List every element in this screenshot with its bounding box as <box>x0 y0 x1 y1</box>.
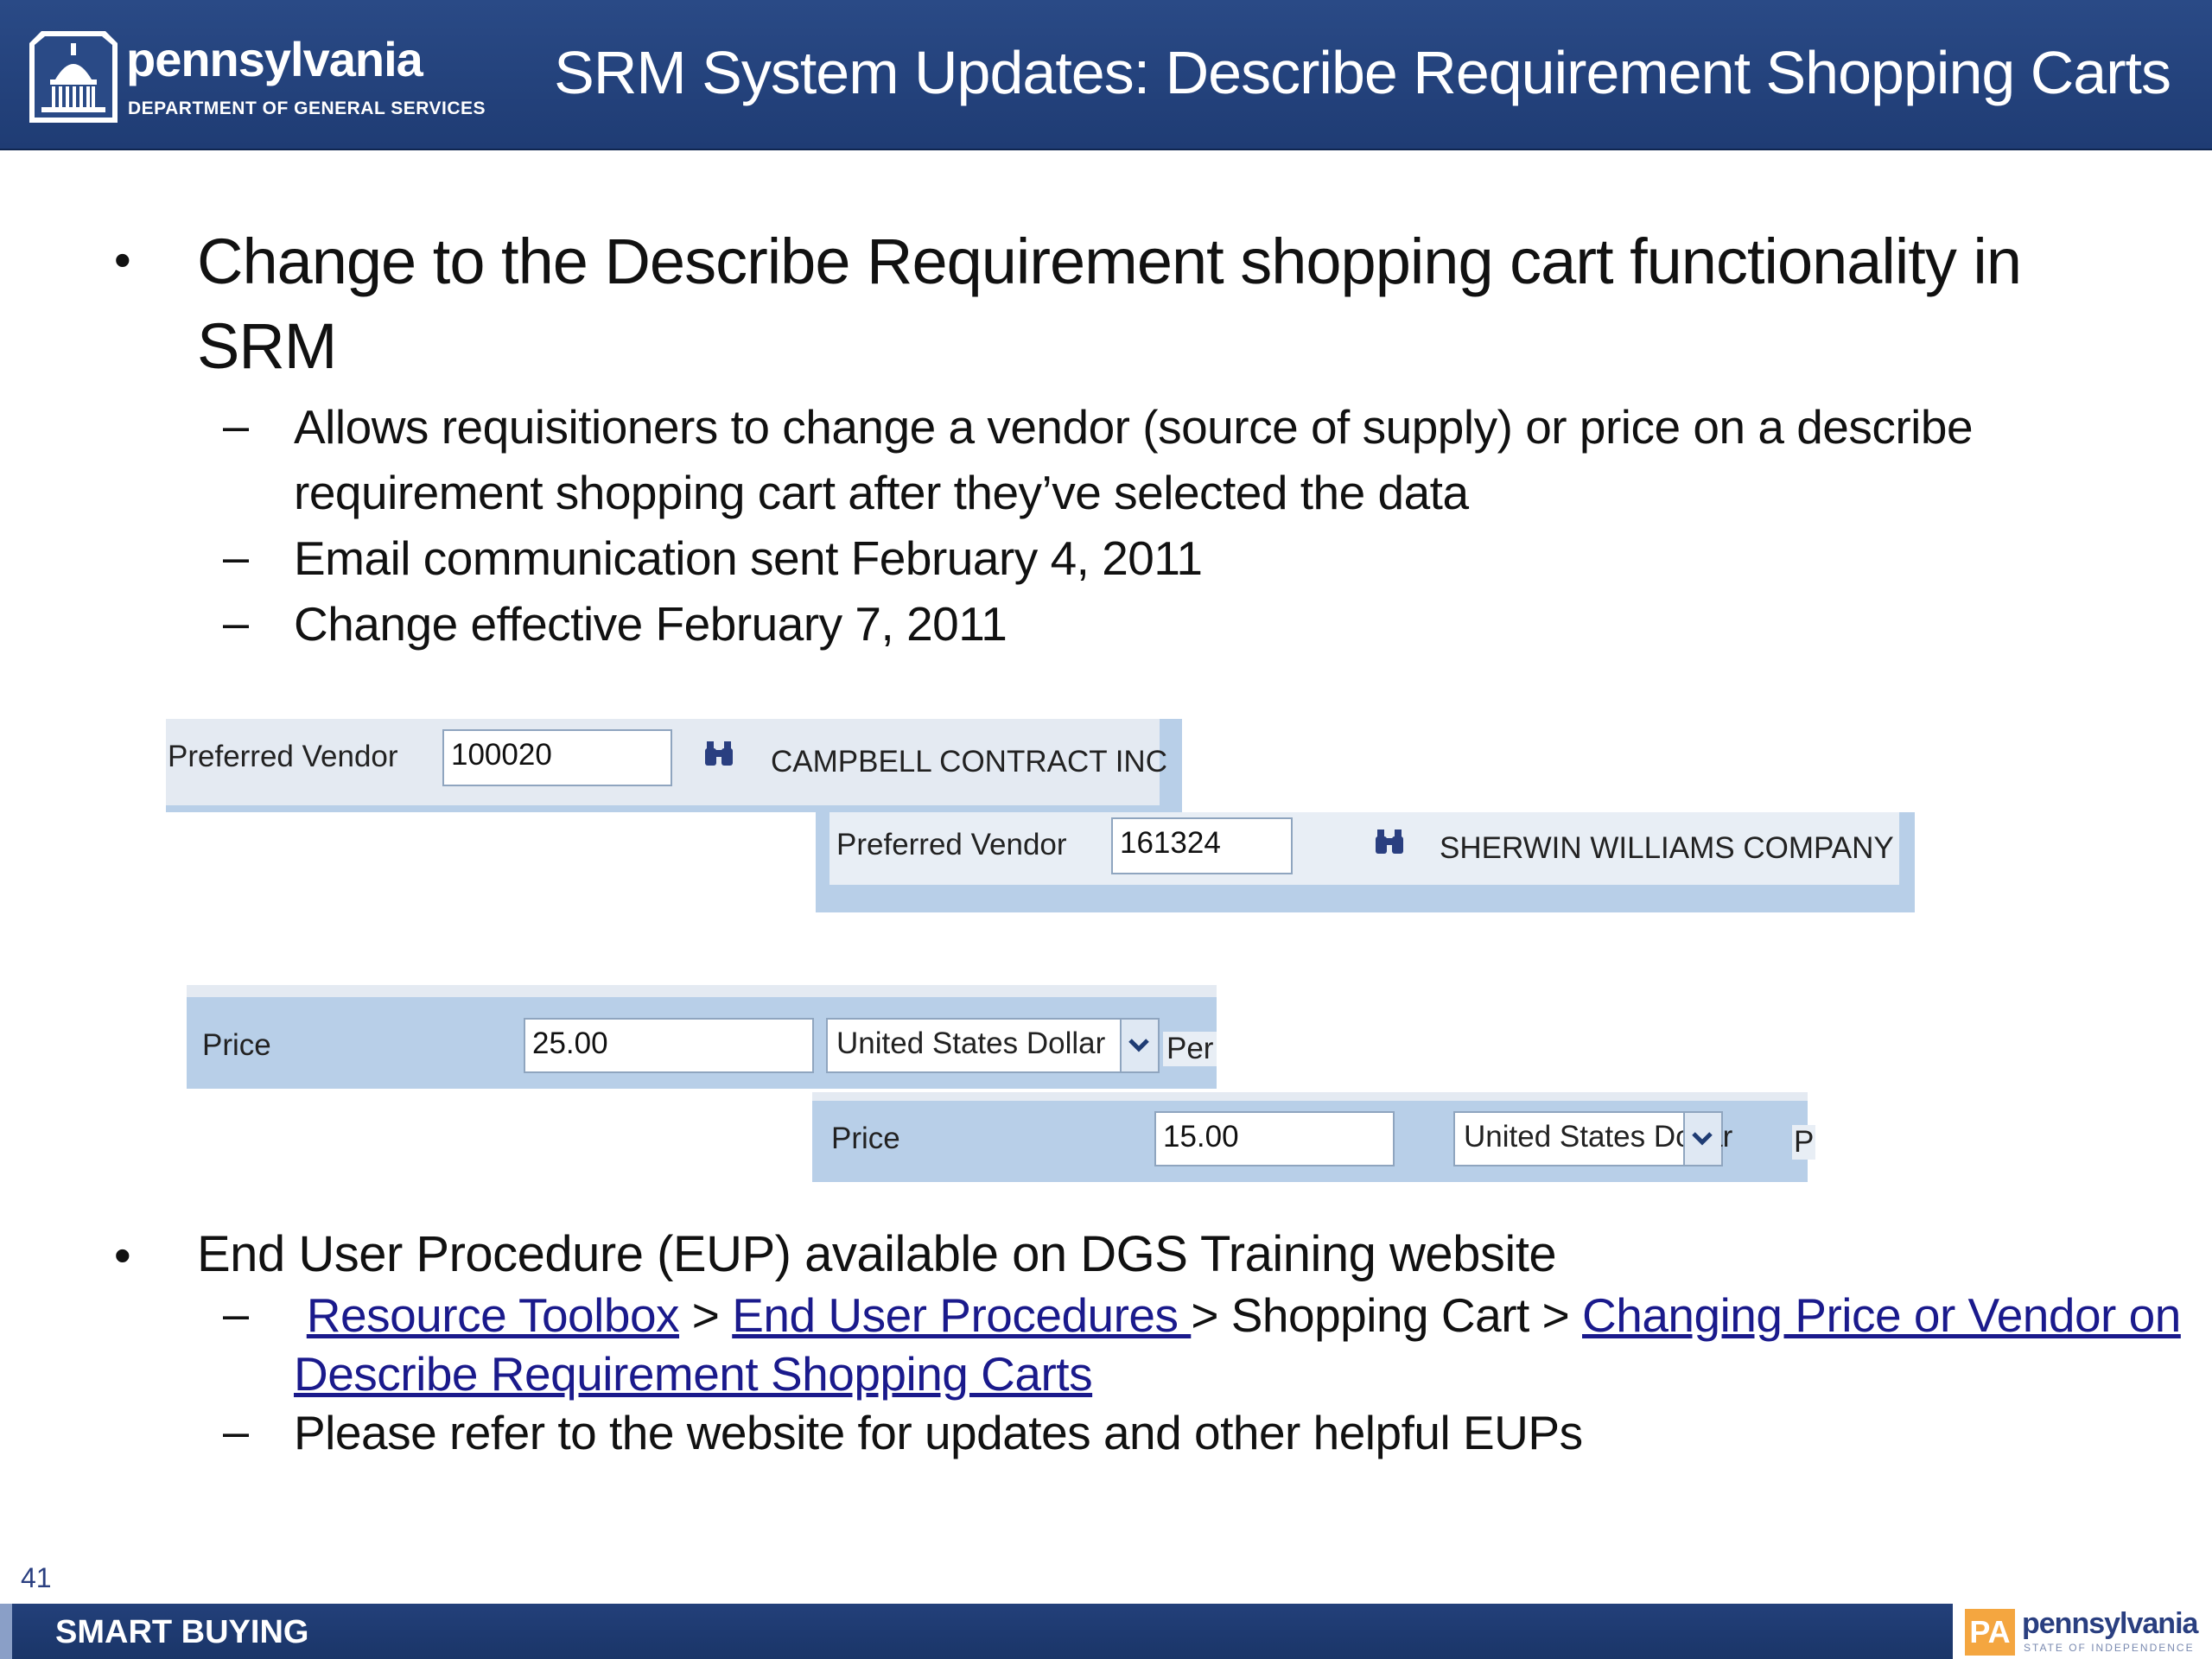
slide-footer: SMART BUYING PA pennsylvania STATE OF IN… <box>0 1604 2212 1659</box>
pa-wordmark: pennsylvania <box>2022 1607 2198 1640</box>
sub-bullet-allows-line2: requirement shopping cart after they’ve … <box>294 466 1469 519</box>
preferred-vendor-label: Preferred Vendor <box>168 740 398 773</box>
sub-bullet-refer: Please refer to the website for updates … <box>294 1406 1583 1459</box>
chevron-down-icon[interactable] <box>1683 1113 1721 1165</box>
capitol-dome-icon <box>29 31 118 123</box>
page-number: 41 <box>21 1562 52 1593</box>
logo-subtitle: DEPARTMENT OF GENERAL SERVICES <box>128 99 486 118</box>
path-spacer <box>294 1288 307 1342</box>
slide-header: pennsylvania DEPARTMENT OF GENERAL SERVI… <box>0 0 2212 150</box>
currency-value: United States Dollar <box>836 1027 1106 1060</box>
changing-price-vendor-link[interactable]: Changing Price or Vendor on <box>1582 1288 2181 1342</box>
vendor-name: CAMPBELL CONTRACT INC <box>771 745 1167 779</box>
price-label: Price <box>202 1028 271 1062</box>
eup-path-line1: Resource Toolbox > End User Procedures >… <box>294 1282 2182 1348</box>
sub-bullet-marker: – <box>223 531 250 583</box>
price-label: Price <box>831 1122 900 1155</box>
changing-price-vendor-link-cont[interactable]: Describe Requirement Shopping Carts <box>294 1347 1093 1401</box>
sub-bullet-allows-line1: Allows requisitioners to change a vendor… <box>294 400 1974 454</box>
vendor-before-panel: Preferred Vendor 100020 CAMPBELL CONTRAC… <box>166 719 1182 812</box>
sub-bullet-marker: – <box>223 1288 250 1340</box>
bullet-marker: • <box>114 232 131 287</box>
currency-select[interactable]: United States Dollar <box>1453 1111 1732 1166</box>
pa-tagline: STATE OF INDEPENDENCE <box>2024 1642 2195 1654</box>
bullet-eup-text: End User Procedure (EUP) available on DG… <box>197 1226 1557 1282</box>
eup-path-line2: Describe Requirement Shopping Carts <box>294 1341 1093 1407</box>
path-separator: > <box>679 1288 733 1342</box>
binoculars-search-icon[interactable] <box>1374 828 1405 855</box>
footer-text: SMART BUYING <box>55 1614 309 1650</box>
sub-bullet-marker: – <box>223 597 250 649</box>
resource-toolbox-link[interactable]: Resource Toolbox <box>307 1288 680 1342</box>
per-label: Per <box>1163 1032 1217 1066</box>
currency-select[interactable]: United States Dollar <box>826 1018 1160 1073</box>
price-input[interactable]: 15.00 <box>1154 1111 1395 1166</box>
chevron-down-icon[interactable] <box>1120 1020 1158 1071</box>
footer-stripe <box>0 1604 12 1659</box>
pa-footer-logo: PA pennsylvania STATE OF INDEPENDENCE <box>1953 1604 2212 1659</box>
sub-bullet-effective: Change effective February 7, 2011 <box>294 597 1007 651</box>
per-label: P <box>1792 1125 1816 1160</box>
bullet-marker: • <box>114 1228 131 1282</box>
preferred-vendor-input[interactable]: 100020 <box>442 729 672 786</box>
price-input[interactable]: 25.00 <box>524 1018 814 1073</box>
sub-bullet-marker: – <box>223 1406 250 1458</box>
sub-bullet-email: Email communication sent February 4, 201… <box>294 531 1203 585</box>
dgs-logo: pennsylvania DEPARTMENT OF GENERAL SERVI… <box>17 19 501 131</box>
slide-title: SRM System Updates: Describe Requirement… <box>554 39 2171 106</box>
bullet-text-line2: SRM <box>197 310 337 382</box>
vendor-name: SHERWIN WILLIAMS COMPANY <box>1440 831 1894 865</box>
preferred-vendor-label: Preferred Vendor <box>836 828 1067 861</box>
bullet-text-line1: Change to the Describe Requirement shopp… <box>197 226 2022 297</box>
path-separator: > Shopping Cart > <box>1191 1288 1583 1342</box>
price-after-panel: Price 15.00 United States Dollar P <box>812 1092 1816 1182</box>
preferred-vendor-input[interactable]: 161324 <box>1111 817 1293 874</box>
sub-bullet-marker: – <box>223 400 250 452</box>
vendor-after-panel: Preferred Vendor 161324 SHERWIN WILLIAMS… <box>816 812 1915 912</box>
logo-wordmark: pennsylvania <box>126 32 423 86</box>
price-before-panel: Price 25.00 United States Dollar Per <box>187 985 1217 1089</box>
pa-badge-icon: PA <box>1965 1609 2015 1656</box>
binoculars-search-icon[interactable] <box>703 740 734 767</box>
end-user-procedures-link[interactable]: End User Procedures <box>732 1288 1191 1342</box>
